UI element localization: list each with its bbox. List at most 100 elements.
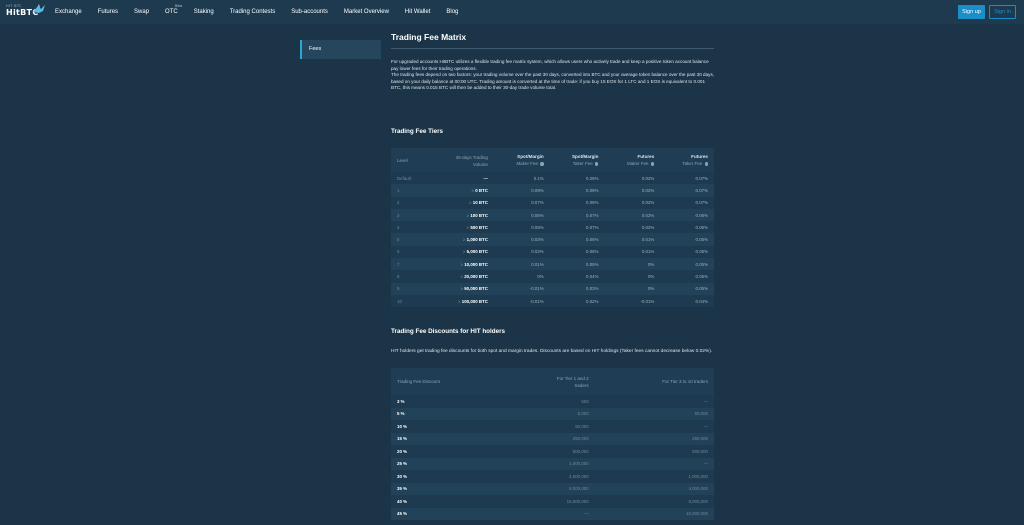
nav-swap[interactable]: Swap <box>134 9 149 15</box>
table-row: 20 % 500,000 500,000 <box>391 445 714 458</box>
cell-futures-taker: 0.06% <box>695 212 708 218</box>
discounts-description: HIT holders get trading fee discounts fo… <box>391 349 713 354</box>
cell-level: 3 <box>397 212 400 218</box>
table-row: 1 ≥ 0 BTC 0.09% 0.09% 0.02% 0.07% <box>391 184 714 197</box>
cell-volume: ≥ 10,000 BTC <box>460 261 488 267</box>
cell-discount: 30 % <box>397 473 408 479</box>
cell-spot-taker: 0.06% <box>586 249 599 255</box>
intro-text: For upgraded accounts HitBTC utilizes a … <box>391 59 716 92</box>
sign-up-button[interactable]: Sign up <box>958 5 985 19</box>
nav-sub-accounts[interactable]: Sub-accounts <box>291 9 328 15</box>
cell-volume: ≥ 5,000 BTC <box>463 249 488 255</box>
cell-tier-1-2: 500,000 <box>572 448 589 454</box>
cell-tier-3-10: 16,000,000 <box>686 511 708 517</box>
cell-tier-3-10: — <box>703 461 708 467</box>
table-row: 30 % 4,000,000 1,000,000 <box>391 470 714 483</box>
nav-trading-contests[interactable]: Trading Contests <box>230 9 275 15</box>
cell-level: 7 <box>397 261 400 267</box>
col-volume: 30-days Trading Volume <box>455 155 488 167</box>
nav-market-overview[interactable]: Market Overview <box>344 9 389 15</box>
cell-discount: 40 % <box>397 498 408 504</box>
cell-futures-maker: 0% <box>647 261 655 267</box>
cell-futures-taker: 0.07% <box>695 187 708 193</box>
cell-spot-maker: 0.02% <box>531 249 544 255</box>
table-row: 5 % 5,000 50,000 <box>391 407 714 420</box>
table-row: 10 ≥ 100,000 BTC -0.01% 0.02% -0.01% 0.04% <box>391 294 714 308</box>
main-content: Trading Fee Matrix For upgraded accounts… <box>391 30 716 92</box>
cell-volume: ≥ 20,000 BTC <box>460 274 488 280</box>
cell-spot-taker: 0.09% <box>586 187 599 193</box>
cell-discount: 10 % <box>397 423 408 429</box>
col-futures-maker: Futures Maker Fee <box>627 154 655 166</box>
table-row: 10 % 50,000 — <box>391 420 714 433</box>
nav-staking[interactable]: Staking <box>194 9 214 15</box>
nav-blog[interactable]: Blog <box>446 9 458 15</box>
table-row: 2 ≥ 10 BTC 0.07% 0.08% 0.02% 0.07% <box>391 196 714 209</box>
cell-level: 2 <box>397 200 400 206</box>
cell-tier-3-10: — <box>703 423 708 429</box>
cell-futures-maker: 0.01% <box>641 249 655 255</box>
cell-spot-maker: 0.1% <box>533 175 544 181</box>
cell-tier-1-2: 50,000 <box>575 423 589 429</box>
info-icon[interactable] <box>540 162 544 166</box>
page-title: Trading Fee Matrix <box>391 32 467 42</box>
info-icon[interactable] <box>704 162 708 166</box>
info-icon[interactable] <box>594 162 599 166</box>
cell-spot-taker: 0.25% <box>586 175 599 181</box>
cell-volume: ≥ 10 BTC <box>469 200 488 206</box>
cell-volume: ≥ 500 BTC <box>466 224 488 230</box>
cell-spot-maker: 0.09% <box>531 187 544 193</box>
cell-volume: — <box>483 175 488 181</box>
nav-hit-wallet[interactable]: Hit Wallet <box>405 9 430 15</box>
cell-spot-taker: 0.03% <box>586 286 599 292</box>
table-row: 9 ≥ 50,000 BTC -0.01% 0.03% 0% 0.05% <box>391 282 714 295</box>
table-row: 35 % 8,000,000 4,000,000 <box>391 482 714 495</box>
col-spot-maker: Spot/Margin Maker Fee <box>516 154 544 166</box>
cell-spot-maker: 0% <box>537 274 544 280</box>
cell-tier-1-2: 500 <box>581 398 589 404</box>
sidebar-item-fees[interactable]: Fees <box>300 40 381 59</box>
col-futures-taker: Futures Taker Fee <box>682 154 708 166</box>
cell-level: 6 <box>397 249 400 255</box>
cell-tier-3-10: — <box>703 398 708 404</box>
hitbtc-logo[interactable]: HIT BTC HitBTC <box>6 4 46 20</box>
cell-futures-maker: 0.02% <box>641 212 655 218</box>
cell-spot-maker: 0.07% <box>531 200 544 206</box>
cell-level: 10 <box>397 298 402 304</box>
cell-spot-taker: 0.05% <box>586 261 599 267</box>
top-nav-bar: HIT BTC HitBTC Exchange Futures Swap OTC… <box>0 0 1024 24</box>
cell-futures-taker: 0.07% <box>695 175 708 181</box>
table-row: Default — 0.1% 0.25% 0.02% 0.07% <box>391 172 714 185</box>
cell-futures-taker: 0.05% <box>695 261 708 267</box>
nav-exchange[interactable]: Exchange <box>55 9 82 15</box>
cell-volume: ≥ 100,000 BTC <box>458 298 488 304</box>
cell-tier-3-10: 500,000 <box>692 448 708 454</box>
info-icon[interactable] <box>650 162 655 166</box>
nav-otc-label: OTC <box>165 9 178 15</box>
cell-futures-maker: 0.02% <box>641 224 655 230</box>
table-row: 3 % 500 — <box>391 395 714 408</box>
cell-futures-maker: 0% <box>647 274 655 280</box>
cell-discount: 45 % <box>397 511 408 517</box>
nav-futures[interactable]: Futures <box>98 9 118 15</box>
section-title-tiers: Trading Fee Tiers <box>391 128 444 135</box>
table-header-row: Level 30-days Trading Volume Spot/Margin M… <box>391 148 714 172</box>
cell-level: 1 <box>397 187 400 193</box>
cell-tier-3-10: 1,000,000 <box>688 473 708 479</box>
cell-level: 8 <box>397 274 400 280</box>
hit-discounts-table: Trading Fee Discount For Tier 1 and 2 tra… <box>391 368 714 520</box>
col-tier-1-2: For Tier 1 and 2 traders <box>556 375 589 388</box>
cell-tier-1-2: 250,000 <box>572 436 589 442</box>
nav-otc[interactable]: OTC Beta <box>165 4 182 15</box>
cell-futures-maker: 0.02% <box>641 200 655 206</box>
cell-futures-taker: 0.04% <box>695 298 708 304</box>
cell-futures-maker: 0.02% <box>641 187 655 193</box>
cell-discount: 35 % <box>397 486 408 492</box>
cell-level: 5 <box>397 237 400 243</box>
table-row: 6 ≥ 5,000 BTC 0.02% 0.06% 0.01% 0.05% <box>391 245 714 259</box>
table-row: 25 % 1,000,000 — <box>391 457 714 470</box>
cell-tier-3-10: 50,000 <box>694 411 708 417</box>
sign-in-button[interactable]: Sign in <box>989 5 1016 19</box>
cell-tier-1-2: — <box>584 511 589 517</box>
cell-spot-maker: -0.01% <box>529 298 544 304</box>
